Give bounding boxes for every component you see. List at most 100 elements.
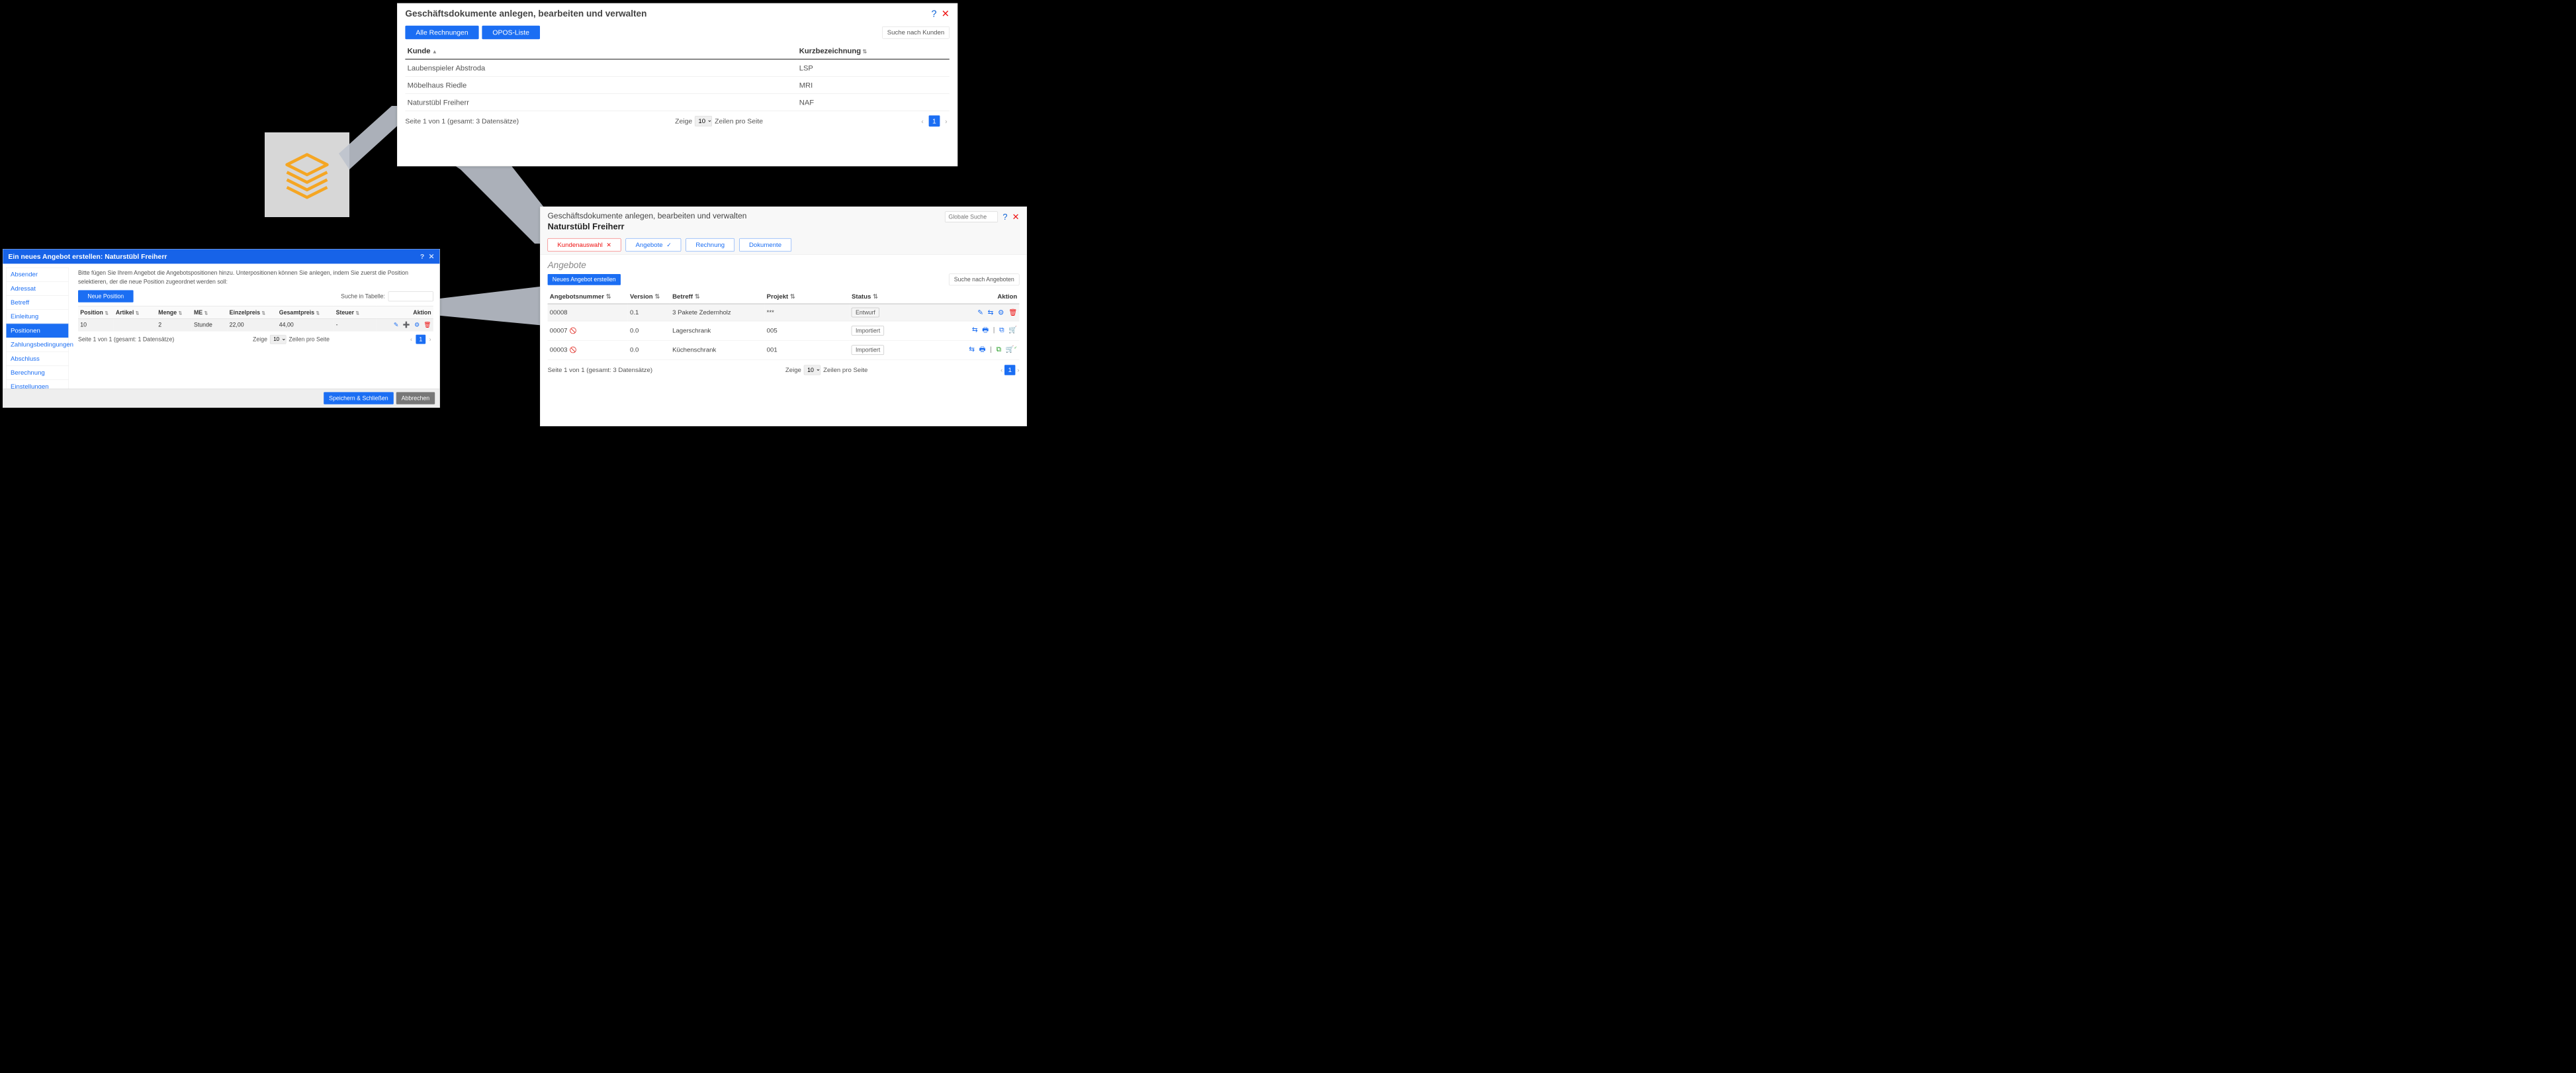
sort-icon[interactable]: ⇅ xyxy=(204,311,208,316)
customer-search-button[interactable]: Suche nach Kunden xyxy=(882,26,950,38)
sort-icon[interactable]: ⇅ xyxy=(316,311,320,316)
positions-table: Position ⇅ Artikel ⇅ Menge ⇅ ME ⇅ Einzel… xyxy=(78,306,433,331)
sort-icon[interactable]: ⇅ xyxy=(862,49,867,55)
page-size-select[interactable]: 10 xyxy=(695,116,712,126)
new-offer-button[interactable]: Neues Angebot erstellen xyxy=(548,274,621,285)
offer-search-button[interactable]: Suche nach Angeboten xyxy=(949,274,1019,286)
panel1-title: Geschäftsdokumente anlegen, bearbeiten u… xyxy=(405,9,646,19)
new-position-button[interactable]: Neue Position xyxy=(78,290,134,302)
close-icon[interactable]: ✕ xyxy=(429,252,435,260)
sort-icon[interactable]: ⇅ xyxy=(105,311,108,316)
sidebar-item-adressat[interactable]: Adressat xyxy=(6,281,68,296)
hidden-icon: 🚫 xyxy=(570,327,577,334)
table-row[interactable]: 10 2 Stunde 22,00 44,00 - ✎ ➕ ⚙ 🗑 xyxy=(78,318,433,331)
save-close-button[interactable]: Speichern & Schließen xyxy=(324,392,394,404)
sidebar-item-berechnung[interactable]: Berechnung xyxy=(6,365,68,380)
edit-icon[interactable]: ✎ xyxy=(977,308,983,316)
prev-page[interactable]: ‹ xyxy=(1000,366,1002,373)
sort-icon[interactable]: ⇅ xyxy=(262,311,265,316)
dialog-title: Ein neues Angebot erstellen: Naturstübl … xyxy=(8,252,167,260)
col-kunde[interactable]: Kunde xyxy=(408,46,431,54)
delete-icon[interactable]: 🗑 xyxy=(423,322,431,328)
page-current[interactable]: 1 xyxy=(416,335,426,344)
table-row[interactable]: 00008 0.1 3 Pakete Zedernholz *** Entwur… xyxy=(548,304,1020,321)
edit-icon[interactable]: ✎ xyxy=(394,322,398,328)
table-row[interactable]: 00003🚫 0.0 Küchenschrank 001 Importiert … xyxy=(548,340,1020,359)
add-icon[interactable]: ➕ xyxy=(403,322,410,328)
table-row[interactable]: Möbelhaus RiedleMRI xyxy=(405,77,949,94)
all-invoices-button[interactable]: Alle Rechnungen xyxy=(405,26,478,39)
section-title: Angebote xyxy=(540,254,1026,272)
next-page[interactable]: › xyxy=(427,335,433,344)
sort-icon[interactable]: ⇅ xyxy=(179,311,182,316)
stack-logo xyxy=(265,132,349,217)
status-badge: Importiert xyxy=(852,326,884,335)
prev-page[interactable]: ‹ xyxy=(408,335,414,344)
print-icon[interactable]: 🖶 xyxy=(982,326,989,334)
cart-icon[interactable]: 🛒 xyxy=(1008,326,1017,334)
help-icon[interactable]: ? xyxy=(420,252,424,260)
sort-icon[interactable]: ⇅ xyxy=(790,293,795,301)
sidebar-item-absender[interactable]: Absender xyxy=(6,267,68,282)
global-search-input[interactable] xyxy=(945,212,998,222)
gear-icon[interactable]: ⚙ xyxy=(998,308,1004,316)
panel2-title: Geschäftsdokumente anlegen, bearbeiten u… xyxy=(548,212,747,221)
copy-icon[interactable]: ⧉ xyxy=(996,345,1000,353)
page-current[interactable]: 1 xyxy=(928,115,940,126)
branch-icon[interactable]: ⇆ xyxy=(972,326,978,334)
tab-angebote[interactable]: Angebote✓ xyxy=(626,238,682,252)
branch-icon[interactable]: ⇆ xyxy=(988,308,994,316)
sidebar-item-abschluss[interactable]: Abschluss xyxy=(6,351,68,366)
offers-table: Angebotsnummer ⇅ Version ⇅ Betreff ⇅ Pro… xyxy=(548,290,1020,360)
sidebar-item-zahlung[interactable]: Zahlungsbedingungen xyxy=(6,338,68,352)
page-size-select[interactable]: 10 xyxy=(804,365,821,375)
x-icon: ✕ xyxy=(606,242,611,248)
intro-text: Bitte fügen Sie Ihrem Angebot die Angebo… xyxy=(78,269,433,286)
status-badge: Entwurf xyxy=(852,308,879,317)
branch-icon[interactable]: ⇆ xyxy=(969,345,975,353)
table-row[interactable]: 00007🚫 0.0 Lagerschrank 005 Importiert ⇆… xyxy=(548,321,1020,340)
table-row[interactable]: Naturstübl FreiherrNAF xyxy=(405,94,949,111)
status-badge: Importiert xyxy=(852,346,884,355)
close-icon[interactable]: ✕ xyxy=(942,8,950,19)
sidebar-item-positionen[interactable]: Positionen xyxy=(6,324,68,338)
help-icon[interactable]: ? xyxy=(1002,212,1007,222)
sort-icon[interactable]: ⇅ xyxy=(136,311,139,316)
offers-panel: Geschäftsdokumente anlegen, bearbeiten u… xyxy=(540,207,1027,426)
sort-icon[interactable]: ⇅ xyxy=(606,293,611,301)
dialog-sidebar: Absender Adressat Betreff Einleitung Pos… xyxy=(3,263,71,393)
copy-icon[interactable]: ⧉ xyxy=(999,326,1004,334)
sort-icon[interactable]: ⇅ xyxy=(695,293,700,301)
table-row[interactable]: Laubenspieler AbstrodaLSP xyxy=(405,59,949,76)
opos-list-button[interactable]: OPOS-Liste xyxy=(482,26,539,39)
pager-info: Seite 1 von 1 (gesamt: 3 Datensätze) xyxy=(405,117,519,125)
delete-icon[interactable]: 🗑 xyxy=(1008,308,1017,316)
close-icon[interactable]: ✕ xyxy=(1012,212,1020,222)
pager-info: Seite 1 von 1 (gesamt: 3 Datensätze) xyxy=(548,366,652,373)
col-kurz[interactable]: Kurzbezeichnung xyxy=(799,46,861,54)
hidden-icon: 🚫 xyxy=(570,347,577,353)
next-page[interactable]: › xyxy=(1017,366,1019,373)
tab-dokumente[interactable]: Dokumente xyxy=(739,238,791,252)
cancel-button[interactable]: Abbrechen xyxy=(396,392,435,404)
prev-page[interactable]: ‹ xyxy=(919,116,926,126)
gear-icon[interactable]: ⚙ xyxy=(414,322,420,328)
edit-offer-dialog: Ein neues Angebot erstellen: Naturstübl … xyxy=(3,249,440,408)
tab-kundenauswahl[interactable]: Kundenauswahl✕ xyxy=(548,238,621,252)
tab-rechnung[interactable]: Rechnung xyxy=(686,238,734,252)
page-current[interactable]: 1 xyxy=(1004,365,1016,375)
page-size-select[interactable]: 10 xyxy=(270,335,286,344)
help-icon[interactable]: ? xyxy=(932,8,937,19)
sort-icon[interactable]: ▲ xyxy=(432,49,437,55)
cart-check-icon[interactable]: 🛒✓ xyxy=(1006,345,1018,353)
table-search-input[interactable] xyxy=(388,291,433,301)
sidebar-item-einleitung[interactable]: Einleitung xyxy=(6,310,68,324)
customers-table: Kunde▲ Kurzbezeichnung⇅ Laubenspieler Ab… xyxy=(405,43,949,111)
print-icon[interactable]: 🖶 xyxy=(979,345,986,353)
sidebar-item-betreff[interactable]: Betreff xyxy=(6,295,68,310)
sort-icon[interactable]: ⇅ xyxy=(873,293,878,301)
next-page[interactable]: › xyxy=(943,116,950,126)
check-icon: ✓ xyxy=(666,242,671,248)
sort-icon[interactable]: ⇅ xyxy=(654,293,660,301)
sort-icon[interactable]: ⇅ xyxy=(356,311,359,316)
